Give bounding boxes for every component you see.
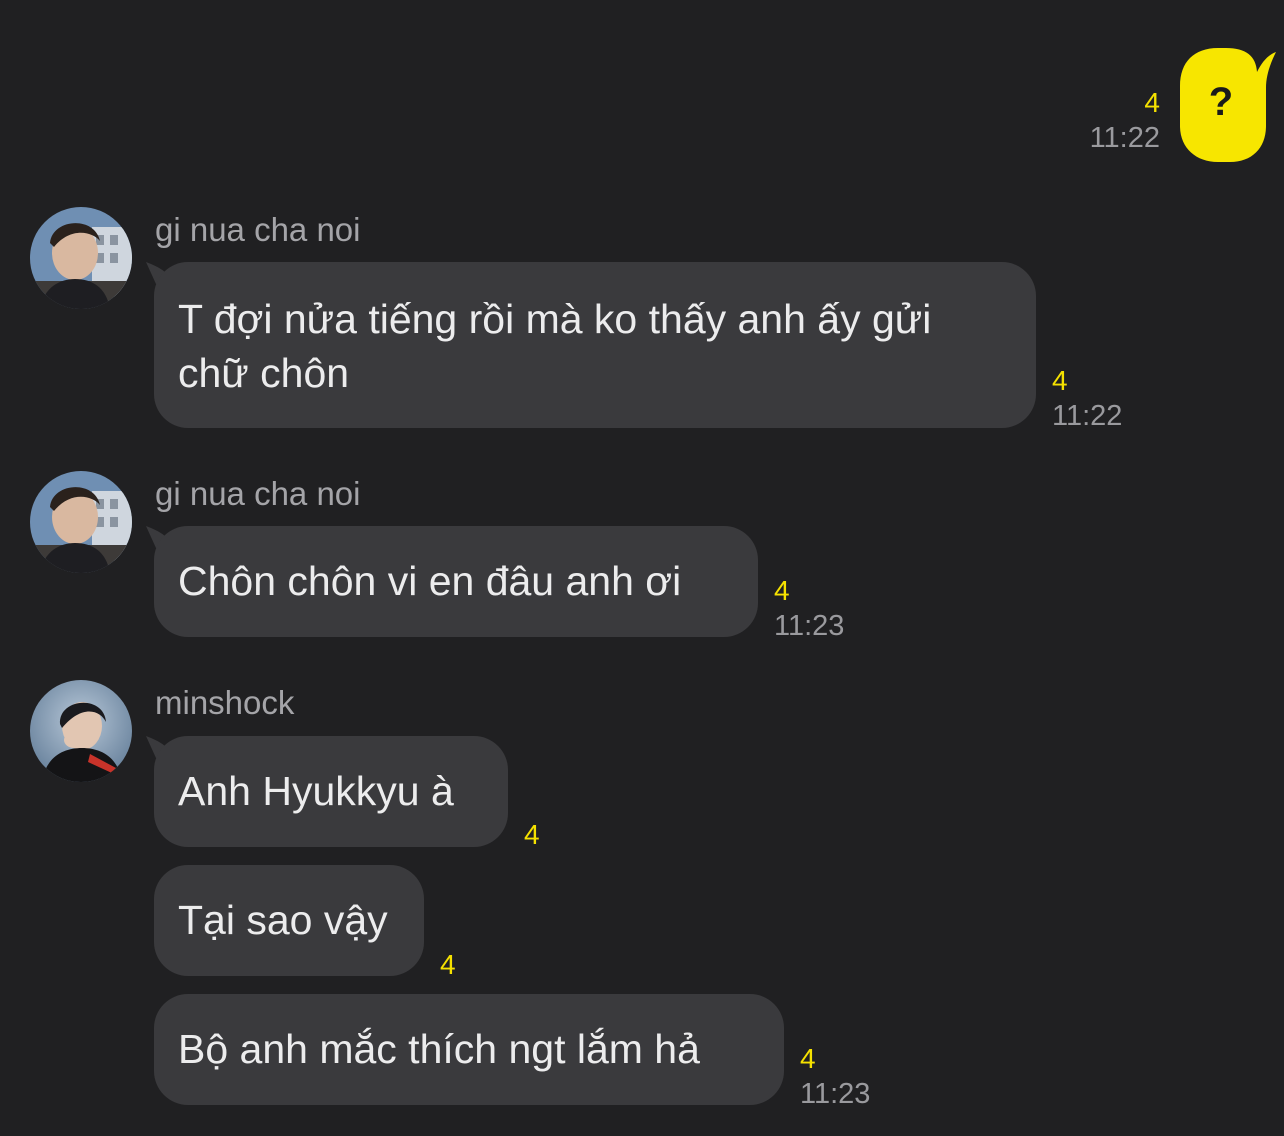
message-text: Anh Hyukkyu à (178, 768, 454, 814)
avatar[interactable] (30, 471, 132, 573)
message-bubble[interactable]: Chôn chôn vi en đâu anh ơi (154, 526, 758, 637)
message-time: 11:23 (800, 1078, 871, 1110)
outgoing-message-text: ? (1208, 80, 1234, 124)
sender-name[interactable]: gi nua cha noi (155, 210, 361, 250)
profile-photo-icon (30, 207, 132, 309)
sender-name[interactable]: minshock (155, 683, 294, 723)
unread-count: 4 (440, 949, 456, 980)
outgoing-bubble[interactable]: ? (1180, 48, 1276, 162)
unread-count: 4 (800, 1043, 816, 1074)
message-time: 11:22 (1052, 400, 1123, 432)
message-time: 11:23 (774, 610, 845, 642)
message-text: Bộ anh mắc thích ngt lắm hả (178, 1026, 700, 1072)
sender-name[interactable]: gi nua cha noi (155, 474, 361, 514)
message-meta: 4 (524, 818, 540, 852)
profile-photo-icon (30, 471, 132, 573)
unread-count: 4 (1144, 87, 1160, 118)
message-meta: 4 11:22 (1052, 364, 1122, 434)
message-bubble[interactable]: Tại sao vậy (154, 865, 424, 976)
unread-count: 4 (774, 575, 790, 606)
message-bubble[interactable]: T đợi nửa tiếng rồi mà ko thấy anh ấy gử… (154, 262, 1036, 428)
message-meta: 4 (440, 948, 456, 982)
message-time: 11:22 (1089, 122, 1160, 154)
message-bubble[interactable]: Bộ anh mắc thích ngt lắm hả (154, 994, 784, 1105)
outgoing-meta: 4 11:22 (1090, 86, 1160, 156)
message-bubble[interactable]: Anh Hyukkyu à (154, 736, 508, 847)
avatar[interactable] (30, 680, 132, 782)
chat-view[interactable]: 4 11:22 ? gi nua cha noi T đợi nửa tiếng… (0, 0, 1284, 1136)
unread-count: 4 (524, 819, 540, 850)
message-text: T đợi nửa tiếng rồi mà ko thấy anh ấy gử… (178, 296, 932, 396)
message-text: Chôn chôn vi en đâu anh ơi (178, 558, 682, 604)
profile-photo-icon (30, 680, 132, 782)
avatar[interactable] (30, 207, 132, 309)
message-meta: 4 11:23 (774, 574, 844, 644)
message-text: Tại sao vậy (178, 897, 388, 943)
unread-count: 4 (1052, 365, 1068, 396)
message-meta: 4 11:23 (800, 1042, 870, 1112)
